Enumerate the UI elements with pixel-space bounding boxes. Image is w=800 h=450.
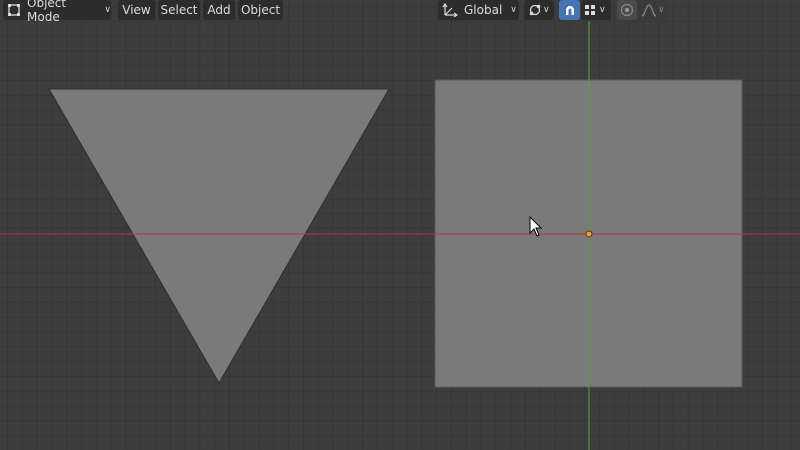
menu-add[interactable]: Add (203, 0, 235, 20)
pivot-point-dropdown[interactable]: ∨ (524, 0, 554, 20)
menu-view[interactable]: View (118, 0, 155, 20)
pivot-point-icon (528, 3, 542, 17)
menu-select[interactable]: Select (158, 0, 200, 20)
falloff-curve-icon (641, 3, 657, 17)
menu-object[interactable]: Object (238, 0, 283, 20)
mode-label: Object Mode (27, 0, 67, 24)
3d-viewport[interactable] (0, 0, 800, 450)
viewport-header: Object Mode ∨ View Select Add Object Glo… (0, 0, 800, 24)
chevron-down-icon: ∨ (543, 5, 550, 15)
chevron-down-icon: ∨ (104, 5, 111, 15)
object-origin[interactable] (585, 230, 593, 238)
snap-magnet-icon (563, 3, 577, 17)
chevron-down-icon: ∨ (658, 5, 665, 15)
chevron-down-icon: ∨ (599, 5, 606, 15)
transform-orientation-label: Global (464, 3, 503, 17)
viewport-scene (0, 21, 800, 450)
transform-orientation-icon (442, 3, 458, 17)
proportional-editing-toggle[interactable] (617, 0, 637, 20)
snap-target-dropdown[interactable]: ∨ (581, 0, 611, 20)
proportional-editing-icon (620, 3, 634, 17)
proportional-falloff-dropdown[interactable]: ∨ (638, 0, 668, 20)
transform-orientation-dropdown[interactable]: Global ∨ (438, 0, 519, 20)
snap-increment-icon (584, 4, 596, 16)
snap-toggle-button[interactable] (559, 0, 580, 20)
object-mode-icon (7, 3, 21, 17)
mouse-pointer-icon (529, 216, 543, 237)
mode-selector[interactable]: Object Mode ∨ (3, 0, 111, 24)
triangle-mesh[interactable] (48, 88, 390, 384)
chevron-down-icon: ∨ (510, 5, 517, 15)
